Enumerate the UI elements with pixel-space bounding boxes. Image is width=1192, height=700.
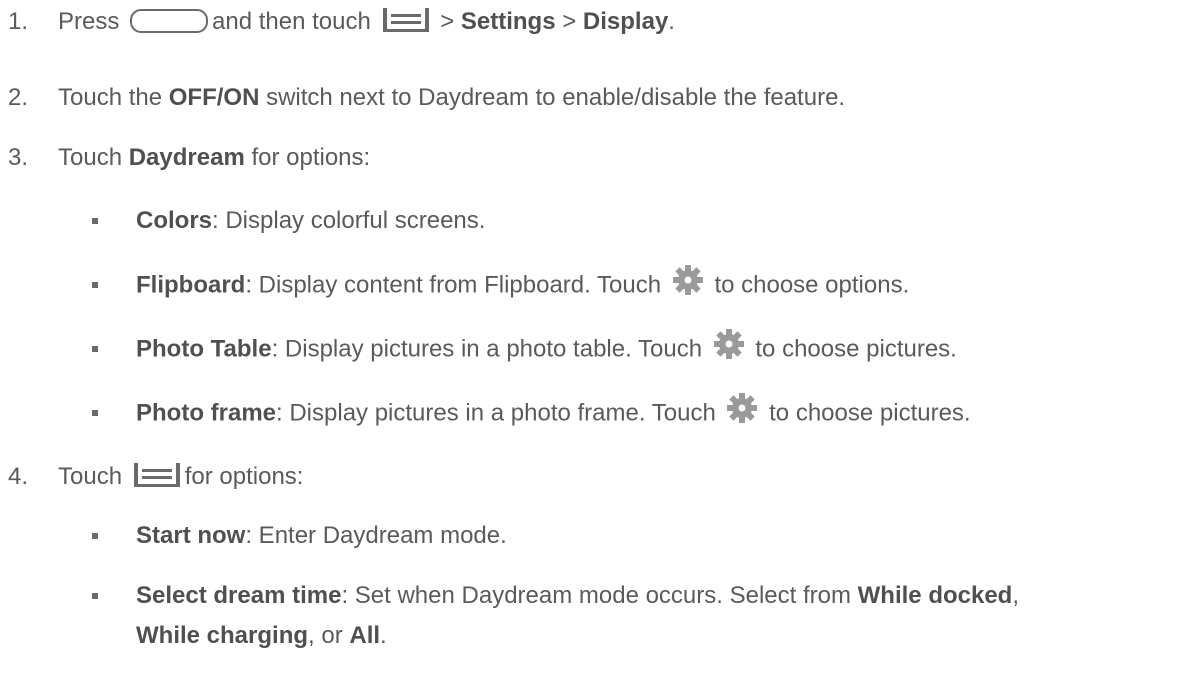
bullet — [92, 346, 98, 352]
step-number: 2. — [8, 84, 29, 111]
off-on-label: OFF/ON — [168, 84, 260, 111]
step-text: Touch — [58, 144, 123, 171]
punctuation: . — [668, 8, 675, 35]
punctuation: , — [1012, 582, 1020, 609]
step-text: Press — [58, 8, 120, 35]
option-while-docked: While docked — [857, 582, 1013, 609]
option-name: Select dream time — [136, 582, 342, 609]
bullet — [92, 218, 98, 224]
gear-icon — [672, 265, 703, 295]
option-description: : Display pictures in a photo table. Tou… — [271, 335, 703, 363]
step-text: Touch the — [58, 84, 163, 111]
option-description: to choose pictures. — [755, 335, 957, 363]
option-name: Photo Table — [136, 335, 272, 363]
step-number: 4. — [8, 463, 29, 490]
step-text: switch next to Daydream to enable/disabl… — [266, 84, 846, 111]
gear-icon — [727, 393, 758, 423]
separator: > — [562, 8, 577, 35]
option-name: Flipboard — [136, 271, 246, 299]
menu-key-icon — [133, 462, 180, 487]
option-description: : Display pictures in a photo frame. Tou… — [276, 399, 716, 427]
bullet — [92, 410, 98, 416]
daydream-label: Daydream — [128, 144, 245, 171]
step-number: 3. — [8, 144, 29, 171]
option-name: Photo frame — [136, 399, 277, 427]
menu-key-icon — [382, 7, 429, 32]
step-text: and then touch — [212, 8, 371, 35]
home-key-icon — [130, 8, 209, 33]
settings-label: Settings — [460, 8, 556, 35]
punctuation: . — [380, 622, 387, 649]
display-label: Display — [582, 8, 669, 35]
option-description: , or — [308, 622, 343, 649]
bullet — [92, 282, 98, 288]
bullet — [92, 593, 98, 599]
bullet — [92, 533, 98, 539]
option-description: to choose options. — [714, 271, 910, 299]
option-name: Colors — [136, 207, 213, 234]
step-number: 1. — [8, 8, 29, 35]
option-description: : Set when Daydream mode occurs. Select … — [341, 582, 851, 609]
separator: > — [440, 8, 455, 35]
gear-icon — [713, 329, 744, 359]
option-description: : Display colorful screens. — [212, 207, 486, 234]
option-name: Start now — [136, 522, 246, 549]
step-text: for options: — [251, 144, 371, 171]
option-all: All — [349, 622, 381, 649]
option-description: : Enter Daydream mode. — [245, 522, 507, 549]
option-description: to choose pictures. — [769, 399, 971, 427]
option-while-charging: While charging — [136, 622, 309, 649]
step-text: Touch — [58, 463, 123, 490]
option-description: : Display content from Flipboard. Touch — [245, 271, 662, 299]
step-text: for options: — [184, 463, 304, 490]
